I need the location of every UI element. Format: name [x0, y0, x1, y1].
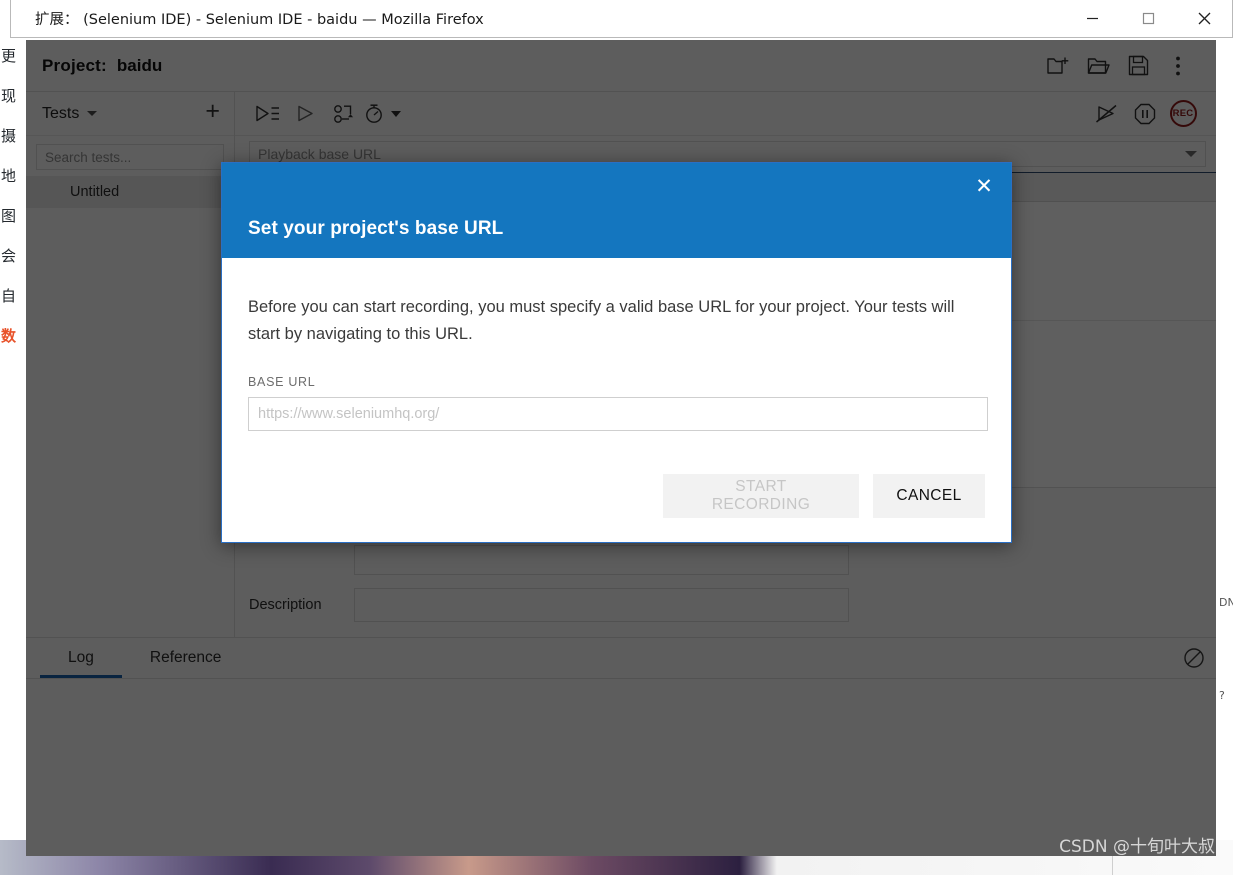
window-title: 扩展： (Selenium IDE) - Selenium IDE - baid… — [35, 12, 484, 28]
dialog-close-button[interactable]: ✕ — [969, 171, 999, 201]
background-text-fragment: 摄 — [1, 127, 17, 145]
background-text-fragment: 会 — [1, 247, 17, 265]
background-text-fragment: ? — [1219, 689, 1225, 702]
background-text-fragment: 更 — [1, 47, 17, 65]
maximize-button[interactable] — [1120, 0, 1176, 37]
close-icon — [1198, 12, 1210, 25]
background-text-fragment: 地 — [1, 167, 17, 185]
base-url-dialog: Set your project's base URL ✕ Before you… — [221, 162, 1012, 543]
minimize-button[interactable] — [1064, 0, 1120, 37]
close-button[interactable] — [1176, 0, 1232, 37]
dialog-header: Set your project's base URL ✕ — [222, 163, 1011, 258]
dialog-description: Before you can start recording, you must… — [248, 298, 955, 343]
watermark: CSDN @十旬叶大叔 — [1059, 837, 1215, 857]
dialog-title: Set your project's base URL — [248, 218, 504, 239]
background-text-fragment: 数 — [1, 327, 17, 345]
background-text-fragment: DN — [1219, 596, 1233, 609]
dialog-body: Before you can start recording, you must… — [222, 258, 1011, 448]
window-controls — [1064, 0, 1232, 37]
background-page-left-column: 更 现 摄 地 图 会 自 数 — [0, 36, 26, 856]
base-url-label: BASE URL — [248, 375, 316, 390]
start-recording-button[interactable]: START RECORDING — [663, 474, 859, 518]
cancel-button[interactable]: CANCEL — [873, 474, 985, 518]
background-text-fragment: 自 — [1, 287, 17, 305]
background-text-fragment: 现 — [1, 87, 17, 105]
background-page-right-column: DN ? — [1219, 36, 1233, 856]
background-text-fragment: 图 — [1, 207, 17, 225]
minimize-icon — [1086, 17, 1098, 20]
dialog-actions: START RECORDING CANCEL — [222, 448, 1011, 542]
maximize-icon — [1142, 12, 1154, 25]
base-url-input[interactable] — [248, 397, 988, 432]
firefox-title-bar: 扩展： (Selenium IDE) - Selenium IDE - baid… — [10, 0, 1233, 38]
